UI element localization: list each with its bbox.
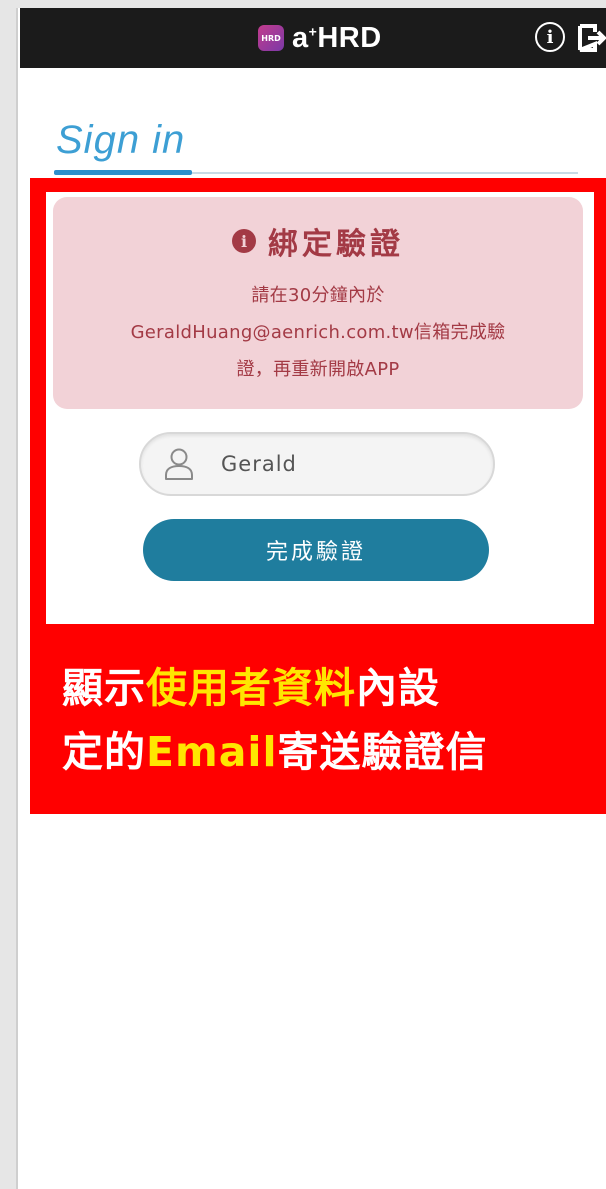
verification-title: i 綁定驗證 bbox=[53, 219, 583, 263]
verification-title-text: 綁定驗證 bbox=[268, 227, 404, 262]
info-circle-icon: i bbox=[232, 229, 256, 253]
verification-notice: i 綁定驗證 請在30分鐘內於 GeraldHuang@aenrich.com.… bbox=[53, 197, 583, 409]
verification-message: 請在30分鐘內於 GeraldHuang@aenrich.com.tw信箱完成驗… bbox=[63, 277, 573, 388]
annotation-caption: 顯示使用者資料內設 定的Email寄送驗證信 bbox=[62, 656, 602, 784]
app-bar: HRD a+HRD i bbox=[20, 8, 606, 68]
window-frame-bottom bbox=[18, 1179, 606, 1189]
app-title: a+HRD bbox=[292, 21, 382, 54]
annotation-line-1: 顯示使用者資料內設 bbox=[62, 664, 440, 712]
signin-active-underline bbox=[54, 170, 192, 175]
annotation-highlight: 使用者資料 bbox=[146, 664, 356, 712]
username-input[interactable] bbox=[219, 447, 473, 481]
exit-icon[interactable] bbox=[577, 23, 606, 53]
username-field[interactable] bbox=[139, 432, 495, 496]
verification-message-line: 請在30分鐘內於 bbox=[251, 285, 385, 306]
window-frame-left bbox=[0, 0, 18, 1189]
verification-message-line: 證，再重新開啟APP bbox=[236, 359, 400, 380]
app-logo-icon: HRD bbox=[258, 25, 284, 51]
signin-heading: Sign in bbox=[56, 118, 186, 162]
annotation-highlight: Email bbox=[146, 728, 278, 776]
info-icon[interactable]: i bbox=[535, 22, 565, 52]
verification-message-line: GeraldHuang@aenrich.com.tw信箱完成驗 bbox=[130, 322, 506, 343]
app-logo: HRD a+HRD bbox=[258, 20, 382, 56]
window-frame-top bbox=[0, 0, 606, 8]
annotation-line-2: 定的Email寄送驗證信 bbox=[62, 728, 488, 776]
user-icon bbox=[165, 448, 193, 480]
complete-verification-button[interactable]: 完成驗證 bbox=[143, 519, 489, 581]
